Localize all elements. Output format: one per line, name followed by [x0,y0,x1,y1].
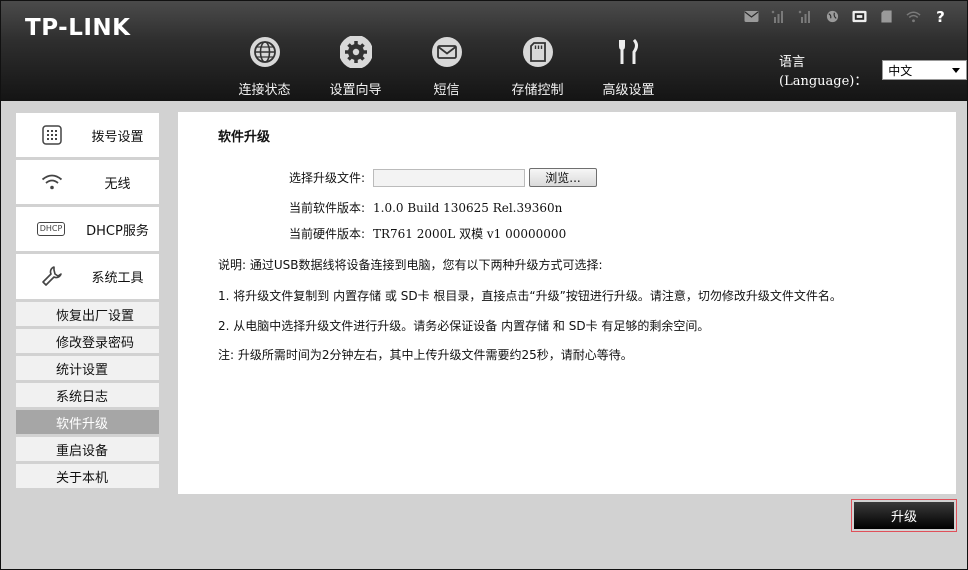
window-frame: TP-LINK ? 连接状态 设置向导 短信 存储控制 高级设置 语言(Lang… [0,0,968,570]
upgrade-button-focus-ring: 升级 [851,499,957,532]
gear-icon [339,35,373,69]
browse-button[interactable]: 浏览... [529,168,597,187]
nav-advanced-settings[interactable]: 高级设置 [583,31,674,101]
sd-card-icon [878,9,895,24]
nav-label: 连接状态 [238,83,291,98]
nav-label: 高级设置 [602,83,655,98]
hardware-version-row: 当前硬件版本: TR761 2000L 双模 v1 00000000 [273,225,566,242]
chevron-down-icon [952,67,961,73]
sidebar-item-wireless[interactable]: 无线 [16,160,159,207]
sidebar-subitem-change-password[interactable]: 修改登录密码 [16,329,159,356]
dhcp-icon: DHCP [36,218,66,240]
sidebar-item-label: DHCP服务 [86,223,149,239]
language-selector: 语言(Language)： 中文 [779,51,968,89]
dialpad-icon [38,124,66,146]
nav-setup-wizard[interactable]: 设置向导 [310,31,401,101]
wrench-icon [38,265,66,287]
sidebar: 拨号设置 无线 DHCP DHCP服务 系统工具 恢复出厂设置 修改登录密码 统… [16,113,159,491]
status-icons: ? [743,8,949,26]
nav-storage-control[interactable]: 存储控制 [492,31,583,101]
software-version-value: 1.0.0 Build 130625 Rel.39360n [373,200,563,215]
signal-icon [797,9,814,24]
method-one-text: 1. 将升级文件复制到 内置存储 或 SD卡 根目录，直接点击“升级”按钮进行升… [218,289,842,303]
select-file-row: 选择升级文件: 浏览... [273,168,597,187]
select-file-label: 选择升级文件: [288,171,365,185]
language-label: 语言(Language)： [779,55,868,89]
sidebar-subitem-firmware-upgrade[interactable]: 软件升级 [16,410,159,437]
brand-logo: TP-LINK [25,15,131,41]
sidebar-item-label: 系统工具 [91,271,144,286]
sd-card-icon [521,35,555,69]
sidebar-subitem-reboot[interactable]: 重启设备 [16,437,159,464]
nav-label: 存储控制 [511,83,564,98]
sidebar-item-system-tools[interactable]: 系统工具 [16,254,159,302]
main-panel: 软件升级 选择升级文件: 浏览... 当前软件版本: 1.0.0 Build 1… [178,112,956,494]
note-text: 注: 升级所需时间为2分钟左右，其中上传升级文件需要约25秒，请耐心等待。 [218,348,633,362]
sidebar-item-label: 拨号设置 [91,129,144,145]
software-version-label: 当前软件版本: [288,201,365,215]
page-title: 软件升级 [218,130,271,145]
wifi-icon [38,171,66,193]
globe-icon [248,35,282,69]
method-two-text: 2. 从电脑中选择升级文件进行升级。请务必保证设备 内置存储 和 SD卡 有足够… [218,319,710,333]
sidebar-subitem-statistics[interactable]: 统计设置 [16,356,159,383]
help-icon[interactable]: ? [932,8,949,26]
sidebar-subitem-system-log[interactable]: 系统日志 [16,383,159,410]
mail-icon[interactable] [743,9,760,24]
header-bar: TP-LINK ? 连接状态 设置向导 短信 存储控制 高级设置 语言(Lang… [1,1,968,101]
sidebar-subitem-factory-reset[interactable]: 恢复出厂设置 [16,302,159,329]
file-path-input[interactable] [373,168,525,187]
signal-icon [770,9,787,24]
nav-sms[interactable]: 短信 [401,31,492,101]
upgrade-button[interactable]: 升级 [854,502,954,529]
sim-icon [851,9,868,24]
software-version-row: 当前软件版本: 1.0.0 Build 130625 Rel.39360n [273,199,562,216]
wifi-icon [905,9,922,24]
sidebar-item-label: 无线 [104,176,131,192]
hardware-version-value: TR761 2000L 双模 v1 00000000 [373,227,567,241]
sidebar-item-dhcp[interactable]: DHCP DHCP服务 [16,207,159,254]
nav-label: 短信 [433,83,460,98]
main-nav: 连接状态 设置向导 短信 存储控制 高级设置 [219,31,674,101]
language-select[interactable]: 中文 [882,60,968,80]
language-value: 中文 [888,63,913,78]
instructions-text: 说明: 通过USB数据线将设备连接到电脑，您有以下两种升级方式可选择: [218,258,603,272]
nav-connection-status[interactable]: 连接状态 [219,31,310,101]
hardware-version-label: 当前硬件版本: [288,227,365,241]
tools-icon [612,35,646,69]
sidebar-item-dial-settings[interactable]: 拨号设置 [16,113,159,160]
nav-label: 设置向导 [329,83,382,98]
envelope-icon [430,35,464,69]
globe-icon [824,9,841,24]
sidebar-subitem-about[interactable]: 关于本机 [16,464,159,491]
